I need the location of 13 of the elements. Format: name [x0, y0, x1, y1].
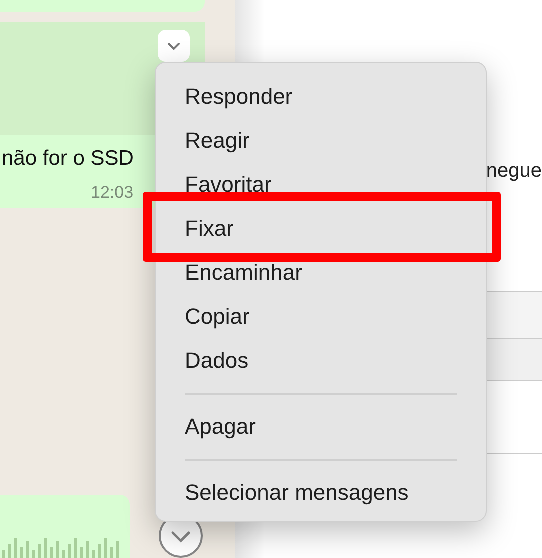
menu-item[interactable]: Fixar — [156, 207, 486, 251]
menu-item[interactable]: Selecionar mensagens — [156, 471, 486, 515]
menu-item[interactable]: Encaminhar — [156, 251, 486, 295]
message-text: não for o SSD — [1, 147, 135, 171]
menu-item[interactable]: Favoritar — [156, 163, 486, 207]
chevron-icon[interactable] — [158, 30, 190, 62]
menu-item[interactable]: Reagir — [156, 119, 486, 163]
menu-item[interactable]: Responder — [156, 75, 486, 119]
panel-text: negue — [486, 160, 542, 183]
message-time: 12:03 — [91, 183, 134, 203]
menu-item[interactable]: Apagar — [156, 405, 486, 449]
menu-item[interactable]: Dados — [156, 339, 486, 383]
menu-item[interactable]: Copiar — [156, 295, 486, 339]
